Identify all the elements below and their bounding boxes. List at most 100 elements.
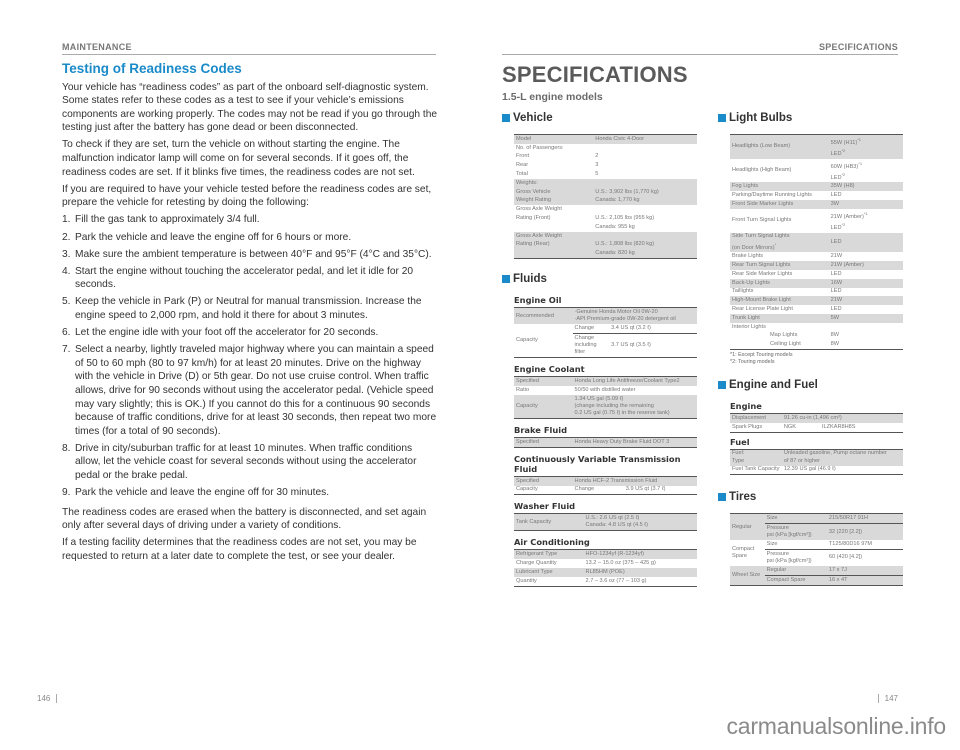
cell-value: Unleaded gasoline, Pump octane number of … bbox=[781, 449, 903, 466]
cell-label: Wheel Size bbox=[730, 565, 765, 586]
cell-value bbox=[593, 178, 697, 188]
table-row: Parking/Daytime Running Lights LED bbox=[730, 191, 903, 200]
footnotes: *1: Except Touring models *2: Touring mo… bbox=[730, 352, 903, 365]
fuel-table: Fuel: Type Unleaded gasoline, Pump octane … bbox=[730, 448, 903, 476]
paragraph: To check if they are set, turn the vehic… bbox=[62, 139, 415, 178]
cell-value: Canada: 1,770 kg bbox=[593, 196, 697, 206]
table-row: Ceiling Light 8W bbox=[730, 340, 903, 349]
engine-coolant-heading: Engine Coolant bbox=[514, 364, 585, 375]
step-text: Park the vehicle and leave the engine of… bbox=[75, 487, 330, 499]
cell-label: Taillights bbox=[732, 288, 754, 295]
spec-column-right: Light Bulbs Headlights (Low Beam) 55W (H1… bbox=[718, 112, 903, 586]
table-row: Lubricant Type RL85HM (POE) bbox=[514, 567, 697, 577]
table-row: Recommended ·Genuine Honda Motor Oil 0W-2… bbox=[514, 307, 697, 325]
cell-label: Refrigerant Type bbox=[514, 549, 584, 560]
cell-value: U.S.: 2.6 US qt (2.5 ℓ) Canada: 4.8 US qt… bbox=[583, 513, 697, 531]
step-item: 5. Keep the vehicle in Park (P) or Neutra… bbox=[62, 295, 438, 322]
page-number-text: 146 bbox=[37, 694, 51, 703]
table-row: Brake Lights 21W bbox=[730, 252, 903, 261]
cell-label: Ceiling Light bbox=[770, 341, 801, 348]
cell-sublabel: Size bbox=[766, 540, 778, 547]
cell-value: Honda Civic 4-Door bbox=[593, 134, 697, 144]
cell-sublabel: Change bbox=[574, 324, 595, 331]
table-row: Rating (Rear) U.S.: 1,808 lbs (820 kg) bbox=[514, 240, 697, 250]
page-number-separator bbox=[877, 694, 879, 704]
heading-text: Engine and Fuel bbox=[729, 378, 818, 391]
table-row: Front 2 bbox=[514, 153, 697, 162]
heading-text: Vehicle bbox=[513, 112, 553, 124]
cell-value: 8W bbox=[830, 332, 839, 339]
engine-and-fuel-heading: Engine and Fuel bbox=[718, 379, 903, 391]
cell-label: Weight Rating bbox=[514, 196, 594, 206]
cell-label: Tank Capacity bbox=[514, 513, 584, 531]
cvt-fluid-table: Specified Honda HCF-2 Transmission Fluid … bbox=[514, 475, 697, 496]
cell-label: Gross Axle Weight bbox=[516, 206, 562, 213]
cell-value bbox=[593, 231, 697, 241]
cell-label: Rating (Front) bbox=[516, 214, 551, 221]
value-line: U.S.: 2.6 US qt (2.5 ℓ) bbox=[585, 515, 640, 522]
cell-label: Map Lights bbox=[770, 332, 798, 339]
label-line: Pressure bbox=[766, 524, 789, 531]
cell-value: 60W (HB3)*1 LED*2 bbox=[829, 159, 903, 183]
cell-sublabel: Size bbox=[764, 513, 827, 524]
heading-text: Fluids bbox=[513, 273, 547, 286]
cell-value: Honda Heavy Duty Brake Fluid DOT 3 bbox=[572, 437, 697, 448]
cell-value: 55W (H11)*1 LED*2 bbox=[828, 134, 903, 159]
section-marker-icon bbox=[718, 380, 726, 389]
table-row: Weights: bbox=[514, 178, 697, 188]
heading-text: Light Bulbs bbox=[729, 112, 793, 124]
value-line: 0.2 US gal (0.75 ℓ) in the reserve tank) bbox=[574, 409, 670, 416]
steps-list: 1. Fill the gas tank to approximately 3/4… bbox=[62, 213, 438, 499]
cvt-fluid-heading: Continuously Variable Transmission Fluid bbox=[514, 453, 681, 474]
table-row: Map Lights 8W bbox=[730, 332, 903, 341]
cell-label: Specified bbox=[514, 476, 573, 486]
label-line: psi (kPa [kgf/cm²]) bbox=[766, 532, 812, 539]
cell-value: HFO-1234yf (R-1234yf) bbox=[583, 549, 697, 560]
step-text: Let the engine idle with your foot off t… bbox=[75, 327, 379, 339]
cell-label: Front bbox=[516, 153, 530, 160]
engine-oil-heading: Engine Oil bbox=[514, 295, 562, 306]
cell-label: Fog Lights bbox=[730, 182, 829, 192]
value-line: Canada: 4.8 US qt (4.5 ℓ) bbox=[585, 522, 648, 529]
cell-value: 1.34 US gal (5.09 ℓ) (change including th… bbox=[572, 394, 697, 419]
table-row: Gross Axle Weight bbox=[514, 231, 697, 241]
footnote-ref: *1 bbox=[863, 210, 868, 216]
cell-value: 16 x 4T bbox=[826, 574, 903, 586]
cell-label: Specified bbox=[514, 437, 573, 448]
page-number: 147 bbox=[872, 694, 898, 704]
cell-value: 21W bbox=[830, 253, 843, 260]
step-text: Select a nearby, lightly traveled major … bbox=[75, 344, 437, 437]
cell-value: LED bbox=[830, 192, 842, 199]
washer-fluid-table: Tank Capacity U.S.: 2.6 US qt (2.5 ℓ) Cana… bbox=[514, 513, 697, 532]
cell-label: Rear Turn Signal Lights bbox=[730, 261, 829, 270]
table-row: Regular Size 215/50R17 91H bbox=[730, 513, 903, 541]
paragraph: The readiness codes are erased when the … bbox=[62, 506, 427, 532]
spec-column-left: Vehicle Model Honda Civic 4-Door No. of P… bbox=[502, 112, 697, 587]
table-row: Capacity 1.34 US gal (5.09 ℓ) (change incl… bbox=[514, 394, 697, 419]
cell-label: Rating (Rear) bbox=[514, 240, 594, 250]
cell-label: High-Mount Brake Light bbox=[730, 296, 829, 306]
cell-value: 16W bbox=[828, 278, 903, 288]
engine-oil-table: Recommended ·Genuine Honda Motor Oil 0W-2… bbox=[514, 307, 697, 359]
step-item: 3. Make sure the ambient temperature is b… bbox=[62, 248, 438, 262]
value-text: 55W (H11) bbox=[830, 139, 858, 146]
cell-value: 8W bbox=[830, 341, 839, 348]
step-number: 5. bbox=[62, 296, 71, 308]
table-row: Displacement 91.26 cu-in (1,496 cm³) bbox=[730, 413, 903, 423]
value-line: ·Genuine Honda Motor Oil 0W-20 bbox=[574, 308, 658, 315]
paragraph: If you are required to have your vehicle… bbox=[62, 183, 432, 209]
vehicle-table: Model Honda Civic 4-Door No. of Passenger… bbox=[514, 134, 697, 260]
cell-label: Displacement bbox=[730, 413, 782, 423]
step-number: 4. bbox=[62, 265, 71, 277]
page-number-text: 147 bbox=[884, 694, 898, 703]
cell-label: Compact Spare bbox=[730, 540, 765, 566]
value-text: LED bbox=[830, 224, 842, 231]
label-line: Fuel: bbox=[732, 450, 745, 457]
cell-value: U.S.: 1,808 lbs (820 kg) bbox=[593, 240, 697, 250]
step-number: 7. bbox=[62, 344, 71, 356]
table-row: Side Turn Signal Lights (on Door Mirrors)… bbox=[730, 232, 903, 253]
cell-value: 3.4 US qt (3.2 ℓ) bbox=[611, 324, 651, 331]
section-marker-icon bbox=[502, 114, 510, 122]
step-text: Park the vehicle and leave the engine of… bbox=[75, 231, 352, 243]
table-row: Back-Up Lights 16W bbox=[730, 278, 903, 288]
